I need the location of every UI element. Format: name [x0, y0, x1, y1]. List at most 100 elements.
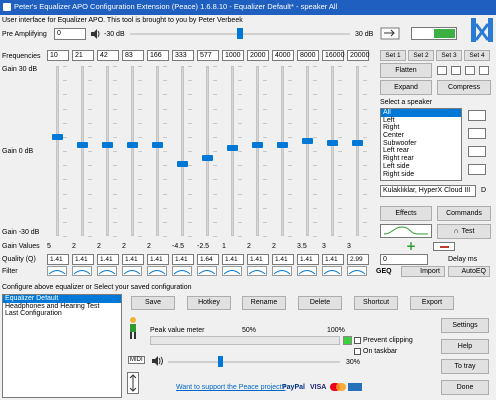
power-toggle-frame[interactable] — [411, 27, 457, 40]
device-d-label[interactable]: D — [481, 187, 486, 194]
speaker-item[interactable]: Left rear — [381, 147, 461, 155]
filter-peak-icon[interactable] — [97, 266, 117, 276]
gain-slider-thumb[interactable] — [277, 142, 288, 149]
frequency-input[interactable]: 333 — [172, 50, 194, 61]
gain-value[interactable]: 3 — [347, 243, 351, 250]
speaker-item[interactable]: Right side — [381, 171, 461, 179]
on-taskbar-checkbox[interactable] — [354, 348, 361, 355]
quality-input[interactable]: 1.41 — [147, 254, 169, 265]
speaker-channel-icon[interactable] — [468, 128, 486, 139]
speaker-item[interactable]: Subwoofer — [381, 140, 461, 148]
config-list[interactable]: Equalizer Default Headphones and Hearing … — [2, 294, 122, 398]
delay-input[interactable]: 0 — [380, 254, 428, 265]
gain-value[interactable]: 2 — [97, 243, 101, 250]
config-item[interactable]: Last Configuration — [3, 310, 121, 318]
gain-slider-track[interactable] — [81, 66, 84, 236]
export-button[interactable]: Export — [410, 296, 454, 310]
gain-slider-track[interactable] — [156, 66, 159, 236]
import-button[interactable]: Import — [401, 266, 445, 277]
filter-peak-icon[interactable] — [322, 266, 342, 276]
quality-input[interactable]: 1.41 — [272, 254, 294, 265]
settings-button[interactable]: Settings — [441, 318, 489, 333]
gain-value[interactable]: 5 — [47, 243, 51, 250]
gain-slider-track[interactable] — [281, 66, 284, 236]
filter-peak-icon[interactable] — [122, 266, 142, 276]
volume-slider-thumb[interactable] — [217, 356, 223, 367]
set-button-3[interactable]: Set 3 — [436, 50, 462, 61]
quality-input[interactable]: 2.99 — [347, 254, 369, 265]
frequency-input[interactable]: 2000 — [247, 50, 269, 61]
rename-button[interactable]: Rename — [242, 296, 286, 310]
speaker-list[interactable]: All Left Right Center Subwoofer Left rear Righ… — [380, 108, 462, 181]
set-button-4[interactable]: Set 4 — [464, 50, 490, 61]
filter-peak-icon[interactable] — [222, 266, 242, 276]
save-button[interactable]: Save — [131, 296, 175, 310]
autoeq-button[interactable]: AutoEQ — [448, 266, 490, 277]
gain-value[interactable]: 2 — [247, 243, 251, 250]
arrow-up-icon[interactable] — [451, 66, 461, 75]
frequency-input[interactable]: 10 — [47, 50, 69, 61]
config-item[interactable]: Equalizer Default — [3, 295, 121, 303]
quality-input[interactable]: 1.64 — [197, 254, 219, 265]
frequency-input[interactable]: 21 — [72, 50, 94, 61]
gain-value[interactable]: 1 — [222, 243, 226, 250]
pre-amp-slider-thumb[interactable] — [237, 28, 243, 39]
frequency-input[interactable]: 1000 — [222, 50, 244, 61]
quality-input[interactable]: 1.41 — [72, 254, 94, 265]
gain-slider-thumb[interactable] — [152, 142, 163, 149]
arrow-left-icon[interactable] — [437, 66, 447, 75]
gain-value[interactable]: -2.5 — [197, 243, 209, 250]
gain-slider-track[interactable] — [106, 66, 109, 236]
filter-peak-icon[interactable] — [147, 266, 167, 276]
quality-input[interactable]: 1.41 — [122, 254, 144, 265]
quality-input[interactable]: 1.41 — [47, 254, 69, 265]
speaker-item[interactable]: Center — [381, 132, 461, 140]
gain-slider-thumb[interactable] — [352, 139, 363, 146]
frequency-input[interactable]: 42 — [97, 50, 119, 61]
speaker-channel-icon[interactable] — [468, 164, 486, 175]
volume-icon[interactable] — [150, 355, 164, 367]
gain-slider-track[interactable] — [56, 66, 59, 236]
set-button-2[interactable]: Set 2 — [408, 50, 434, 61]
power-icon[interactable] — [434, 29, 455, 38]
set-button-1[interactable]: Set 1 — [380, 50, 406, 61]
gain-value[interactable]: 3.5 — [297, 243, 307, 250]
gain-slider-track[interactable] — [356, 66, 359, 236]
speaker-volume-icon[interactable] — [89, 28, 101, 40]
support-link[interactable]: Want to support the Peace project? — [176, 384, 285, 391]
speaker-channel-icon[interactable] — [468, 146, 486, 157]
frequency-input[interactable]: 577 — [197, 50, 219, 61]
speaker-item[interactable]: All — [381, 109, 461, 117]
filter-peak-icon[interactable] — [272, 266, 292, 276]
quality-input[interactable]: 1.41 — [97, 254, 119, 265]
filter-peak-icon[interactable] — [47, 266, 67, 276]
expand-button[interactable]: Expand — [380, 80, 432, 95]
gain-slider-thumb[interactable] — [302, 138, 313, 145]
gain-slider-thumb[interactable] — [177, 160, 188, 167]
gain-slider-track[interactable] — [181, 66, 184, 236]
frequency-input[interactable]: 16000 — [322, 50, 344, 61]
commands-button[interactable]: Commands — [437, 206, 491, 221]
compress-button[interactable]: Compress — [437, 80, 491, 95]
filter-peak-icon[interactable] — [172, 266, 192, 276]
person-icon[interactable] — [127, 316, 139, 340]
gain-value[interactable]: 2 — [72, 243, 76, 250]
config-item[interactable]: Headphones and Hearing Test — [3, 303, 121, 311]
swap-channels-icon[interactable] — [380, 27, 400, 40]
frequency-input[interactable]: 166 — [147, 50, 169, 61]
gain-slider-thumb[interactable] — [252, 142, 263, 149]
effects-button[interactable]: Effects — [380, 206, 432, 221]
quality-input[interactable]: 1.41 — [297, 254, 319, 265]
gain-slider-track[interactable] — [206, 66, 209, 236]
gain-slider-thumb[interactable] — [327, 139, 338, 146]
prevent-clipping-checkbox[interactable] — [354, 337, 361, 344]
pre-amp-input[interactable]: 0 — [54, 28, 86, 40]
gain-slider-track[interactable] — [256, 66, 259, 236]
hotkey-button[interactable]: Hotkey — [187, 296, 231, 310]
gain-value[interactable]: 3 — [322, 243, 326, 250]
remove-band-button[interactable] — [433, 242, 455, 251]
shortcut-button[interactable]: Shortcut — [354, 296, 398, 310]
gain-value[interactable]: -4.5 — [172, 243, 184, 250]
gain-slider-thumb[interactable] — [227, 145, 238, 152]
filter-peak-icon[interactable] — [297, 266, 317, 276]
